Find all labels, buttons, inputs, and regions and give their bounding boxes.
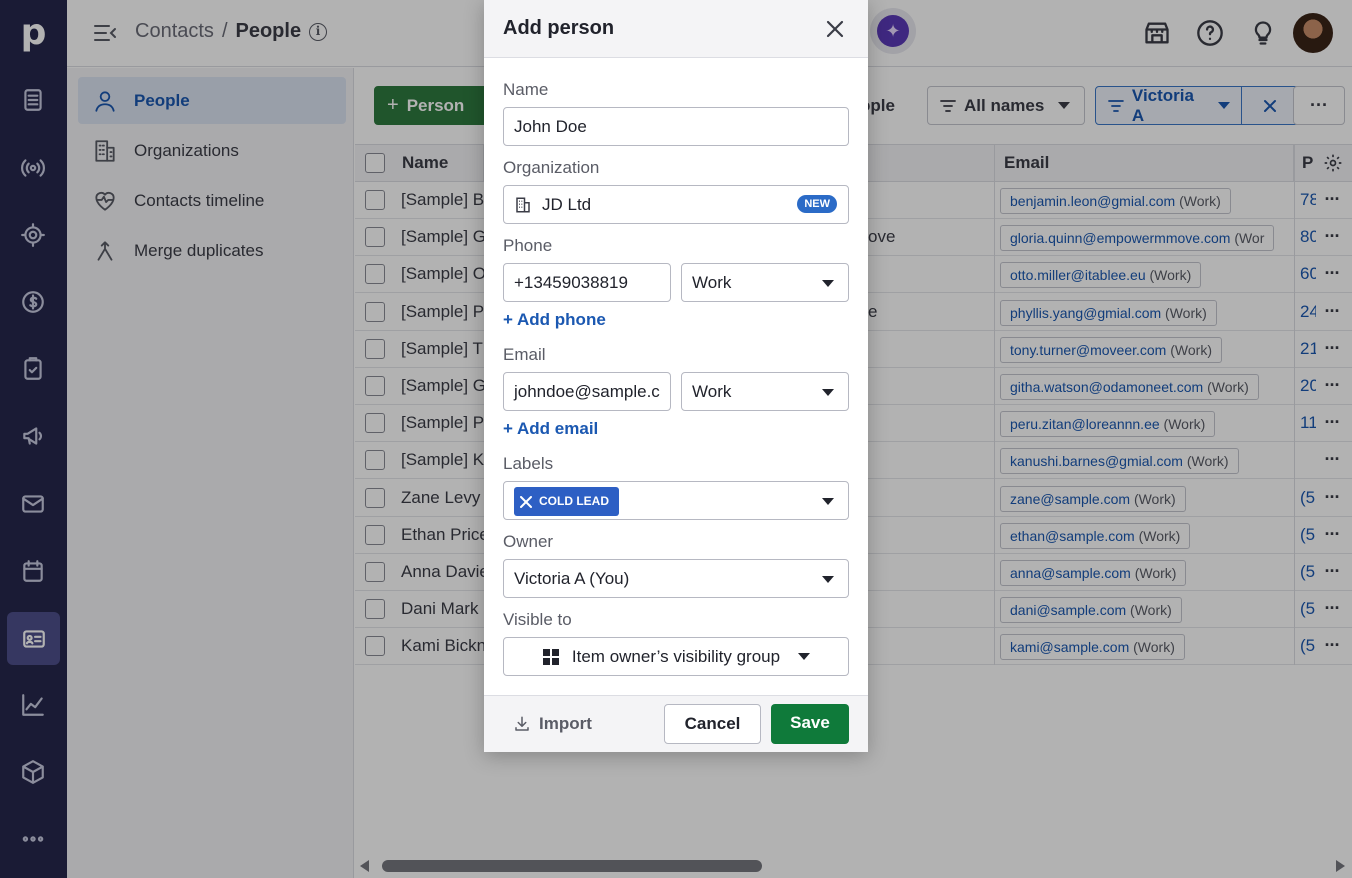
organization-input[interactable]: JD Ltd NEW [503, 185, 849, 224]
email-input[interactable]: johndoe@sample.c [503, 372, 671, 411]
organization-value: JD Ltd [542, 195, 592, 214]
email-label: Email [503, 345, 546, 364]
download-icon [515, 716, 529, 731]
save-button[interactable]: Save [771, 704, 849, 744]
owner-value: Victoria A (You) [514, 569, 630, 588]
visible-to-label: Visible to [503, 610, 572, 629]
new-badge: NEW [797, 195, 837, 213]
phone-type-value: Work [692, 273, 732, 292]
name-label: Name [503, 80, 549, 99]
close-icon[interactable] [822, 16, 848, 42]
chevron-down-icon [798, 653, 811, 660]
owner-label: Owner [503, 532, 554, 551]
organization-label: Organization [503, 158, 600, 177]
phone-label: Phone [503, 236, 553, 255]
chevron-down-icon [822, 389, 834, 396]
chevron-down-icon [822, 498, 834, 505]
labels-select[interactable]: COLD LEAD [503, 481, 849, 520]
label-chip-text: COLD LEAD [539, 494, 609, 508]
grid-icon [542, 648, 559, 665]
email-type-select[interactable]: Work [681, 372, 849, 411]
visibility-select[interactable]: Item owner’s visibility group [503, 637, 849, 676]
add-person-dialog: Add person Name John Doe Organization JD… [484, 0, 868, 752]
email-type-value: Work [692, 382, 732, 401]
import-button[interactable]: Import [503, 704, 603, 744]
cancel-button[interactable]: Cancel [664, 704, 761, 744]
visibility-value: Item owner’s visibility group [571, 647, 781, 666]
labels-label: Labels [503, 454, 554, 473]
phone-type-select[interactable]: Work [681, 263, 849, 302]
label-chip-cold-lead: COLD LEAD [514, 487, 619, 516]
phone-input[interactable]: +13459038819 [503, 263, 671, 302]
add-email-link[interactable]: + Add email [503, 419, 598, 439]
dialog-footer: Import Cancel Save [484, 695, 868, 752]
building-icon [516, 197, 530, 213]
dialog-title: Add person [503, 17, 615, 39]
name-input[interactable]: John Doe [503, 107, 849, 146]
add-phone-link[interactable]: + Add phone [503, 310, 606, 330]
chevron-down-icon [822, 576, 834, 583]
chevron-down-icon [822, 280, 834, 287]
dialog-header: Add person [484, 0, 868, 58]
owner-select[interactable]: Victoria A (You) [503, 559, 849, 598]
import-label: Import [539, 714, 592, 733]
remove-label-icon[interactable] [520, 495, 532, 508]
